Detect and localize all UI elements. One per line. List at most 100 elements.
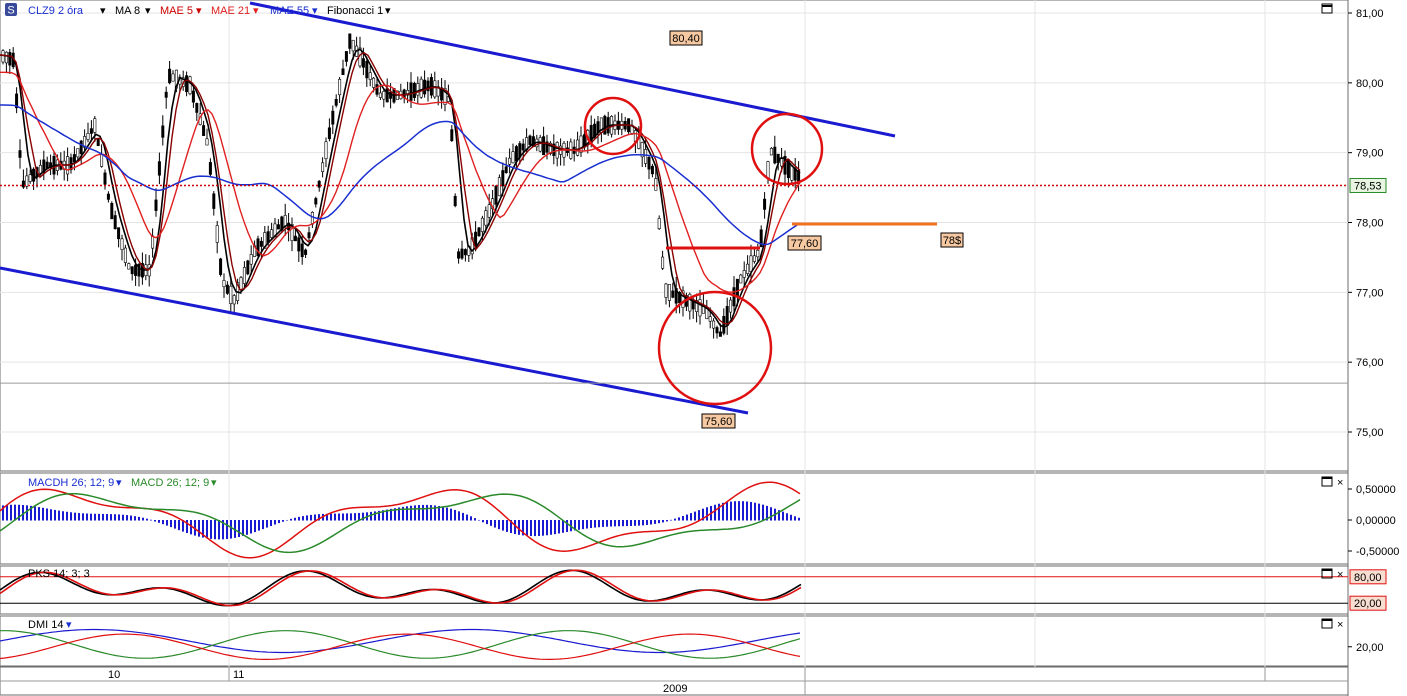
svg-text:80,40: 80,40: [672, 33, 700, 45]
candle-body: [96, 138, 100, 147]
candle-body: [195, 103, 199, 113]
candle-body: [365, 60, 369, 79]
candle-body: [259, 240, 263, 247]
candle-body: [321, 162, 325, 172]
candle-body: [419, 78, 423, 98]
svg-text:77,60: 77,60: [791, 238, 819, 250]
candle-body: [110, 203, 114, 220]
symbol-label[interactable]: CLZ9 2 óra: [28, 5, 84, 17]
candle-body: [338, 79, 342, 96]
macd-histogram-bar: [706, 507, 708, 521]
macd-histogram-bar: [654, 520, 656, 524]
candle-body: [433, 80, 437, 98]
svg-text:78,53: 78,53: [1354, 180, 1382, 192]
annotation-8040[interactable]: 80,40: [669, 30, 703, 46]
macd-histogram-bar: [430, 505, 432, 521]
candle-body: [508, 157, 512, 165]
macd-histogram-bar: [538, 520, 540, 536]
macd-histogram-bar: [174, 520, 176, 529]
dropdown-icon[interactable]: ▾: [211, 477, 217, 489]
candle-body: [742, 270, 746, 278]
macd-histogram-bar: [218, 520, 220, 540]
macd-histogram-bar: [590, 520, 592, 529]
dmi-panel: [0, 615, 1349, 667]
macd-label[interactable]: MACD 26; 12; 9: [131, 477, 209, 489]
candle-body: [504, 166, 508, 173]
macd-histogram-bar: [442, 506, 444, 521]
indicator-mae55[interactable]: MAE 55: [270, 5, 309, 17]
price-panel-header: S CLZ9 2 óra ▾ MA 8 ▾ MAE 5 ▾ MAE 21 ▾ M…: [5, 3, 391, 17]
candle-body: [368, 72, 372, 80]
candle-body: [103, 172, 107, 185]
macd-histogram-bar: [314, 514, 316, 521]
candle-body: [378, 92, 382, 98]
candle-body: [514, 146, 518, 162]
macd-histogram-bar: [310, 514, 312, 521]
macd-histogram-bar: [598, 520, 600, 528]
macd-histogram-bar: [102, 513, 104, 521]
annotation-78[interactable]: 78$: [940, 232, 964, 248]
dropdown-icon[interactable]: ▾: [196, 5, 202, 17]
candle-body: [310, 212, 314, 225]
candle-body: [480, 217, 484, 232]
candle-body: [375, 84, 379, 95]
dropdown-icon[interactable]: ▾: [385, 5, 391, 17]
macd-histogram-bar: [642, 520, 644, 526]
candle-body: [123, 247, 127, 263]
macd-histogram-bar: [350, 513, 352, 521]
macd-histogram-bar: [94, 513, 96, 521]
candle-body: [164, 91, 168, 98]
annotation-7760[interactable]: 77,60: [787, 235, 822, 251]
pks-level-label: 80,00: [1354, 572, 1382, 584]
indicator-ma8[interactable]: MA 8: [115, 5, 140, 17]
candle-body: [348, 33, 352, 49]
candle-body: [769, 148, 773, 156]
candle-body: [117, 227, 121, 240]
macd-histogram-bar: [670, 519, 672, 521]
macd-histogram-bar: [626, 520, 628, 527]
macd-histogram-bar: [530, 520, 532, 537]
macd-histogram-bar: [10, 504, 12, 521]
macdh-label[interactable]: MACDH 26; 12; 9: [28, 477, 114, 489]
annotation-7560[interactable]: 75,60: [701, 413, 736, 429]
macd-histogram-bar: [82, 513, 84, 521]
dropdown-icon[interactable]: ▾: [66, 619, 72, 631]
dropdown-icon[interactable]: ▾: [116, 477, 122, 489]
macd-histogram-bar: [262, 520, 264, 530]
indicator-mae21[interactable]: MAE 21: [211, 5, 250, 17]
candle-body: [423, 79, 427, 95]
macd-histogram-bar: [126, 515, 128, 521]
dropdown-icon[interactable]: ▾: [312, 5, 318, 17]
close-icon[interactable]: ×: [1337, 477, 1343, 489]
close-icon[interactable]: ×: [1337, 569, 1343, 581]
macd-histogram-bar: [306, 515, 308, 521]
candle-body: [341, 68, 345, 76]
dropdown-icon[interactable]: ▾: [253, 5, 259, 17]
macd-histogram-bar: [170, 520, 172, 528]
candle-body: [72, 154, 76, 163]
indicator-fibonacci[interactable]: Fibonacci 1: [327, 5, 383, 17]
y-tick-label: 81,00: [1356, 8, 1384, 20]
macd-histogram-bar: [74, 512, 76, 521]
candle-body: [130, 266, 134, 275]
candle-body: [154, 199, 158, 211]
macd-histogram-bar: [634, 520, 636, 526]
macd-histogram-bar: [594, 520, 596, 528]
close-icon[interactable]: ×: [1337, 619, 1343, 631]
macd-histogram-bar: [562, 520, 564, 533]
y-tick-label: 80,00: [1356, 78, 1384, 90]
candle-body: [494, 185, 498, 205]
macd-histogram-bar: [546, 520, 548, 536]
dmi-label[interactable]: DMI 14: [28, 619, 63, 631]
macd-histogram-bar: [550, 520, 552, 535]
candle-body: [205, 138, 209, 146]
dropdown-icon[interactable]: ▾: [100, 5, 106, 17]
dropdown-icon[interactable]: ▾: [145, 5, 151, 17]
macd-histogram-bar: [290, 518, 292, 521]
trading-chart: 80,40 77,60 75,60 78$ 81,00 80,00 79,00 78,…: [0, 0, 1399, 696]
macd-histogram-bar: [558, 520, 560, 534]
pks-label[interactable]: PKS 14; 3; 3: [28, 568, 90, 580]
candle-body: [477, 227, 481, 237]
indicator-mae5[interactable]: MAE 5: [160, 5, 193, 17]
macd-histogram-bar: [466, 514, 468, 521]
